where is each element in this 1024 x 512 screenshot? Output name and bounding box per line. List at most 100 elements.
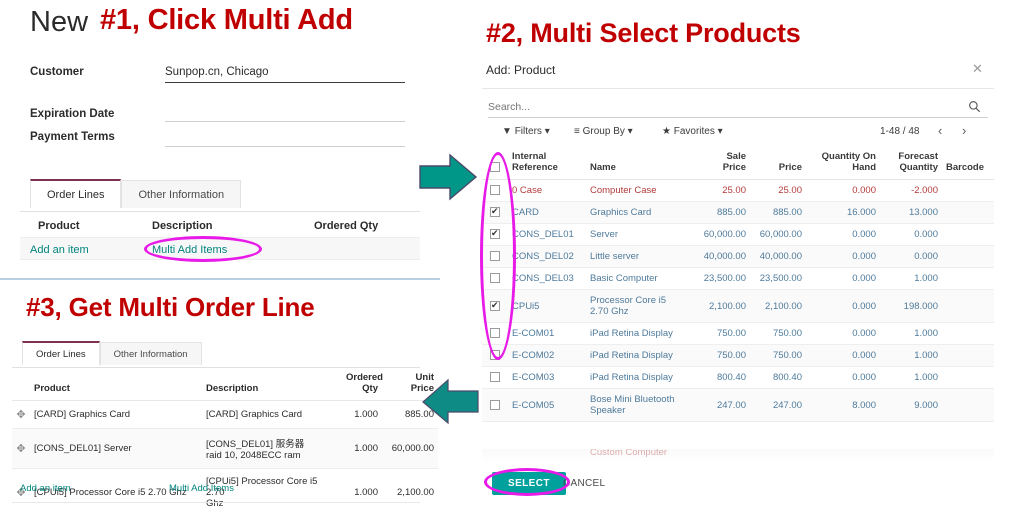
panel-divider — [0, 278, 440, 280]
table-row[interactable]: CONS_DEL02 Little server 40,000.00 40,000.0… — [482, 245, 994, 268]
header-price: Price — [750, 148, 806, 180]
cell-price-line1: 750.00 — [772, 328, 802, 339]
header-ordered-qty: Ordered Qty — [342, 368, 383, 401]
filters-label: Filters — [514, 126, 542, 137]
cell-sale-price-line1: 40,000.00 — [703, 251, 746, 262]
cell-sale-price-line1: 23,500.00 — [703, 273, 746, 284]
cell-sale-price: 885.00 — [686, 201, 750, 224]
cell-quantity-on-hand: 0.000 — [806, 245, 880, 268]
cell-product: [CARD] Graphics Card — [30, 400, 202, 429]
row-checkbox-cell[interactable] — [482, 366, 508, 389]
chevron-down-icon: ▾ — [544, 126, 550, 137]
cell-description-line1: [CONS_DEL01] 服务器 — [206, 439, 305, 450]
cell-price-line1: 800.40 — [772, 372, 802, 383]
cell-forecast-quantity: 9.000 — [880, 388, 942, 422]
cell-sale-price-line1: 750.00 — [716, 350, 746, 361]
cell-internal-reference: CPUi5 — [508, 289, 586, 323]
products-table: Internal Reference Name Sale Price Price… — [482, 148, 994, 422]
table-row[interactable]: E-COM05 Bose Mini Bluetooth Speaker 247.00 2… — [482, 388, 994, 422]
result-multi-add-items-link[interactable]: Multi Add Items — [169, 483, 234, 494]
cell-quantity-on-hand-line1: 16.000 — [846, 207, 876, 218]
cell-description: [CONS_DEL01] 服务器 raid 10, 2048ECC ram — [202, 428, 342, 469]
drag-handle-icon[interactable]: ✥ — [12, 400, 30, 429]
cell-quantity-on-hand: 16.000 — [806, 201, 880, 224]
cell-forecast-quantity-line1: -2.000 — [911, 185, 938, 196]
search-input[interactable] — [488, 101, 988, 118]
table-row[interactable]: 0 Case Computer Case 25.00 25.00 0.000 -2.000 — [482, 179, 994, 202]
cell-quantity-on-hand-line1: 0.000 — [852, 185, 876, 196]
cell-sale-price-line1: 25.00 — [722, 185, 746, 196]
result-tab-other-information[interactable]: Other Information — [99, 342, 202, 365]
cell-sale-price-line1: 885.00 — [716, 207, 746, 218]
cell-internal-reference: E-COM03 — [508, 366, 586, 389]
customer-value[interactable]: Sunpop.cn, Chicago — [165, 66, 269, 78]
table-row[interactable]: E-COM02 iPad Retina Display 750.00 750.00 0.… — [482, 344, 994, 367]
cell-name-line1: Basic Computer — [590, 273, 658, 284]
close-icon[interactable]: ✕ — [972, 62, 983, 75]
cell-sale-price: 800.40 — [686, 366, 750, 389]
group-by-dropdown[interactable]: ≡ Group By ▾ — [574, 126, 633, 137]
cell-price: 23,500.00 — [750, 267, 806, 290]
dialog-title-divider — [482, 88, 994, 89]
cell-barcode — [942, 179, 994, 202]
tab-order-lines[interactable]: Order Lines — [30, 179, 122, 208]
column-header-ordered-qty: Ordered Qty — [314, 220, 379, 232]
cell-name-line1: iPad Retina Display — [590, 328, 673, 339]
table-row[interactable]: E-COM01 iPad Retina Display 750.00 750.00 0.… — [482, 322, 994, 345]
cell-internal-reference: CONS_DEL03 — [508, 267, 586, 290]
cell-name: iPad Retina Display — [586, 366, 686, 389]
chevron-down-icon: ▾ — [717, 126, 723, 137]
cut-off-row: Custom Computer — [482, 449, 994, 463]
cell-name: Bose Mini Bluetooth Speaker — [586, 388, 686, 422]
cell-barcode — [942, 344, 994, 367]
expiration-date-field[interactable] — [165, 121, 405, 122]
cell-internal-reference: E-COM05 — [508, 388, 586, 422]
cell-forecast-quantity: 1.000 — [880, 366, 942, 389]
cell-price-line1: 750.00 — [772, 350, 802, 361]
cell-name: iPad Retina Display — [586, 322, 686, 345]
cell-quantity-on-hand-line1: 0.000 — [852, 372, 876, 383]
chevron-right-icon[interactable]: › — [962, 123, 966, 138]
cell-internal-reference-line1: CONS_DEL03 — [512, 273, 574, 284]
cell-ordered-qty: 1.000 — [342, 428, 382, 469]
cell-name: Processor Core i5 2.70 Ghz — [586, 289, 686, 323]
cell-name: Server — [586, 223, 686, 246]
result-tab-order-lines[interactable]: Order Lines — [22, 341, 100, 365]
result-add-an-item-link[interactable]: Add an item — [20, 483, 71, 494]
cell-quantity-on-hand-line1: 0.000 — [852, 350, 876, 361]
favorites-label: Favorites — [673, 126, 715, 137]
favorites-dropdown[interactable]: ★ Favorites ▾ — [662, 126, 723, 137]
cell-quantity-on-hand-line1: 8.000 — [852, 399, 876, 411]
cell-quantity-on-hand: 0.000 — [806, 267, 880, 290]
row-checkbox-cell[interactable] — [482, 388, 508, 422]
filters-dropdown[interactable]: ▼ Filters ▾ — [502, 126, 550, 137]
row-checkbox[interactable] — [490, 399, 500, 410]
add-an-item-link[interactable]: Add an item — [30, 244, 89, 256]
drag-handle-icon[interactable]: ✥ — [12, 428, 30, 469]
cell-internal-reference-line1: E-COM01 — [512, 328, 555, 339]
table-row[interactable]: CPUi5 Processor Core i52.70 Ghz 2,100.00 2,… — [482, 289, 994, 323]
table-row[interactable]: CARD Graphics Card 885.00 885.00 16.000 13.00… — [482, 201, 994, 224]
cell-name-line1: Computer Case — [590, 185, 657, 196]
table-row[interactable]: ✥ [CONS_DEL01] Server [CONS_DEL01] 服务器 r… — [12, 428, 438, 469]
filter-icon: ▼ — [502, 126, 512, 137]
cell-name-line1: Graphics Card — [590, 207, 652, 218]
row-checkbox[interactable] — [490, 372, 500, 383]
table-row[interactable]: CONS_DEL01 Server 60,000.00 60,000.00 0.000 0… — [482, 223, 994, 246]
list-icon: ≡ — [574, 126, 580, 137]
table-row[interactable]: E-COM03 iPad Retina Display 800.40 800.40 0.… — [482, 366, 994, 389]
search-icon[interactable] — [968, 100, 981, 113]
cell-internal-reference-line1: E-COM02 — [512, 350, 555, 361]
cell-ordered-qty: 1.000 — [342, 468, 382, 512]
cell-product: [CONS_DEL01] Server — [30, 428, 202, 469]
tab-other-information[interactable]: Other Information — [121, 180, 242, 208]
cell-barcode — [942, 322, 994, 345]
pager-count: 1-48 / 48 — [880, 126, 920, 137]
table-row[interactable]: CONS_DEL03 Basic Computer 23,500.00 23,500.… — [482, 267, 994, 290]
highlight-ellipse-select — [484, 468, 570, 496]
table-row[interactable]: ✥ [CARD] Graphics Card [CARD] Graphics C… — [12, 400, 438, 429]
quotation-tabs: Order Lines Other Information — [30, 178, 242, 208]
payment-terms-field[interactable] — [165, 146, 405, 147]
header-sale-price-line2: Price — [722, 162, 746, 173]
chevron-left-icon[interactable]: ‹ — [938, 123, 942, 138]
